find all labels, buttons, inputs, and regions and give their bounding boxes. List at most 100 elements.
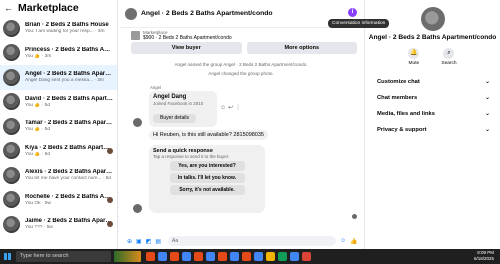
message-bubble[interactable]: Hi Reuben, is this still available? 2815… (149, 130, 268, 140)
buyer-details-button[interactable]: Buyer details (153, 113, 196, 123)
section-media-files[interactable]: Media, files and links ⌄ (365, 106, 500, 122)
conversation-sidebar: ← Marketplace Brian · 2 Beds 2 Baths Hou… (0, 0, 118, 249)
taskbar-search-input[interactable]: Type here to search (16, 251, 111, 262)
emoji-icon[interactable]: ☺ (340, 238, 346, 244)
conversation-text: David · 2 Beds 2 Baths Apartme... You 👍 ·… (25, 96, 113, 108)
chrome-icon[interactable] (230, 252, 239, 261)
sender-label: Angel (150, 85, 161, 90)
sidebar-title: Marketplace (18, 2, 79, 14)
like-icon[interactable]: 👍 (350, 238, 357, 245)
app-icon[interactable] (194, 252, 203, 261)
seen-avatar (352, 214, 357, 219)
chrome-icon[interactable] (182, 252, 191, 261)
conversation-text: Brian · 2 Beds 2 Baths House You: I am wa… (25, 22, 113, 34)
system-message: Angel changed the group photo. (208, 71, 274, 76)
message-input[interactable]: Aa (168, 236, 337, 246)
app-icon[interactable] (242, 252, 251, 261)
sender-avatar[interactable] (133, 118, 142, 127)
mute-label: Mute (408, 60, 420, 66)
conversation-preview: You: I am waiting for your resp... · 3m (25, 29, 105, 35)
avatar (3, 166, 20, 184)
message-actions: ☺↩⋮ (220, 104, 243, 111)
listing-actions: View buyer More options (119, 42, 363, 54)
quick-reply-button[interactable]: Yes, are you interested? (169, 161, 245, 171)
back-arrow-icon[interactable]: ← (4, 3, 13, 13)
section-label: Chat members (377, 94, 418, 101)
sidebar-header: ← Marketplace (0, 0, 117, 16)
info-icon[interactable]: i (348, 8, 357, 17)
conversation-item[interactable]: Angel · 2 Beds 2 Baths Apartme... Angel D… (0, 65, 117, 90)
app-icon[interactable] (302, 252, 311, 261)
taskbar-widget-image[interactable] (114, 251, 141, 262)
conversation-text: Alexis · 2 Beds 2 Baths Apartm... You let… (25, 169, 113, 181)
chrome-icon[interactable] (254, 252, 263, 261)
listing-summary[interactable]: Marketplace $900 · 2 Beds 2 Baths Apartm… (119, 28, 363, 41)
avatar (3, 142, 20, 160)
quick-response-card: Send a quick response Tap a response to … (149, 145, 265, 213)
more-options-button[interactable]: More options (246, 42, 357, 54)
conversation-preview: You 👍 · 3m (25, 53, 52, 59)
conversation-list: Brian · 2 Beds 2 Baths House You: I am wa… (0, 16, 117, 237)
info-sections: Customize chat ⌄ Chat members ⌄ Media, f… (365, 74, 500, 138)
search-label: Search (441, 60, 457, 66)
avatar (3, 215, 20, 233)
chrome-icon[interactable] (206, 252, 215, 261)
conversation-name: Rochelle · 2 Beds 2 Baths Apart... (25, 193, 113, 200)
avatar (3, 191, 20, 209)
conversation-item[interactable]: Princess · 2 Beds 2 Baths Apart... You 👍 … (0, 41, 117, 66)
quick-reply-button[interactable]: In talks. I'll let you know. (169, 173, 245, 183)
quick-reply-button[interactable]: Sorry, it's not available. (169, 185, 245, 195)
conversation-text: Angel · 2 Beds 2 Baths Apartme... Angel D… (25, 71, 113, 83)
conversation-name: David · 2 Beds 2 Baths Apartme... (25, 95, 113, 102)
chat-avatar[interactable] (125, 7, 137, 20)
conversation-name: Angel · 2 Beds 2 Baths Apartme... (25, 71, 113, 78)
conversation-item[interactable]: Kiya · 2 Beds 2 Baths Apartmen... You 👍 ·… (0, 139, 117, 164)
section-chat-members[interactable]: Chat members ⌄ (365, 90, 500, 106)
chat-header: Angel · 2 Beds 2 Baths Apartment/condo i (119, 0, 363, 28)
view-buyer-button[interactable]: View buyer (131, 42, 242, 54)
sender-avatar[interactable] (133, 204, 142, 213)
mute-button[interactable]: 🔔 Mute (408, 47, 420, 66)
more-icon[interactable]: ⋮ (235, 105, 243, 111)
image-icon[interactable]: ▣ (136, 238, 142, 245)
conversation-info-tooltip: Conversation information (328, 19, 390, 28)
conversation-text: Kiya · 2 Beds 2 Baths Apartmen... You 👍 ·… (25, 145, 113, 157)
app-icon[interactable] (146, 252, 155, 261)
conversation-preview: You 👍 · 5d (25, 102, 50, 108)
windows-start-icon[interactable] (0, 249, 14, 264)
conversation-item[interactable]: Rochelle · 2 Beds 2 Baths Apart... You Ok… (0, 188, 117, 213)
avatar (3, 117, 20, 135)
read-receipt-avatar (107, 196, 113, 203)
emoji-react-icon[interactable]: ☺ (220, 105, 228, 111)
sticker-icon[interactable]: ◩ (146, 238, 152, 245)
gif-icon[interactable]: ▤ (155, 238, 161, 245)
app-icon[interactable] (218, 252, 227, 261)
chrome-icon[interactable] (158, 252, 167, 261)
system-tray-clock[interactable]: 8:09 PM 6/18/2025 (474, 250, 494, 262)
conversation-text: Jaime · 2 Beds 2 Baths Apartme... You ???… (25, 218, 113, 230)
conversation-item[interactable]: Brian · 2 Beds 2 Baths House You: I am wa… (0, 16, 117, 41)
section-customize-chat[interactable]: Customize chat ⌄ (365, 74, 500, 90)
plus-icon[interactable]: ⊕ (127, 238, 132, 245)
taskbar-apps (146, 252, 311, 261)
conversation-item[interactable]: Alexis · 2 Beds 2 Baths Apartm... You let… (0, 163, 117, 188)
app-icon[interactable] (170, 252, 179, 261)
search-button[interactable]: ⌕ Search (441, 47, 457, 66)
chevron-down-icon: ⌄ (484, 111, 490, 117)
folder-icon[interactable] (266, 252, 275, 261)
conversation-text: Rochelle · 2 Beds 2 Baths Apart... You Ok… (25, 194, 113, 206)
messenger-app: ← Marketplace Brian · 2 Beds 2 Baths Hou… (0, 0, 500, 249)
conversation-item[interactable]: David · 2 Beds 2 Baths Apartme... You 👍 ·… (0, 90, 117, 115)
group-name: Angel · 2 Beds 2 Baths Apartment/condo (368, 34, 497, 41)
group-avatar[interactable] (420, 7, 445, 31)
read-receipt-avatar (107, 147, 113, 154)
section-privacy-support[interactable]: Privacy & support ⌄ (365, 122, 500, 138)
conversation-info-panel: Angel · 2 Beds 2 Baths Apartment/condo 🔔… (364, 0, 500, 249)
system-message: Angel named the group Angel · 2 Beds 2 B… (174, 62, 308, 67)
chat-title[interactable]: Angel · 2 Beds 2 Baths Apartment/condo (141, 10, 273, 17)
conversation-item[interactable]: Tamar · 2 Beds 2 Baths Apartme... You 👍 ·… (0, 114, 117, 139)
chrome-icon[interactable] (290, 252, 299, 261)
conversation-preview: You ??? · 5w (25, 225, 53, 231)
conversation-item[interactable]: Jaime · 2 Beds 2 Baths Apartme... You ???… (0, 212, 117, 237)
app-icon[interactable] (278, 252, 287, 261)
